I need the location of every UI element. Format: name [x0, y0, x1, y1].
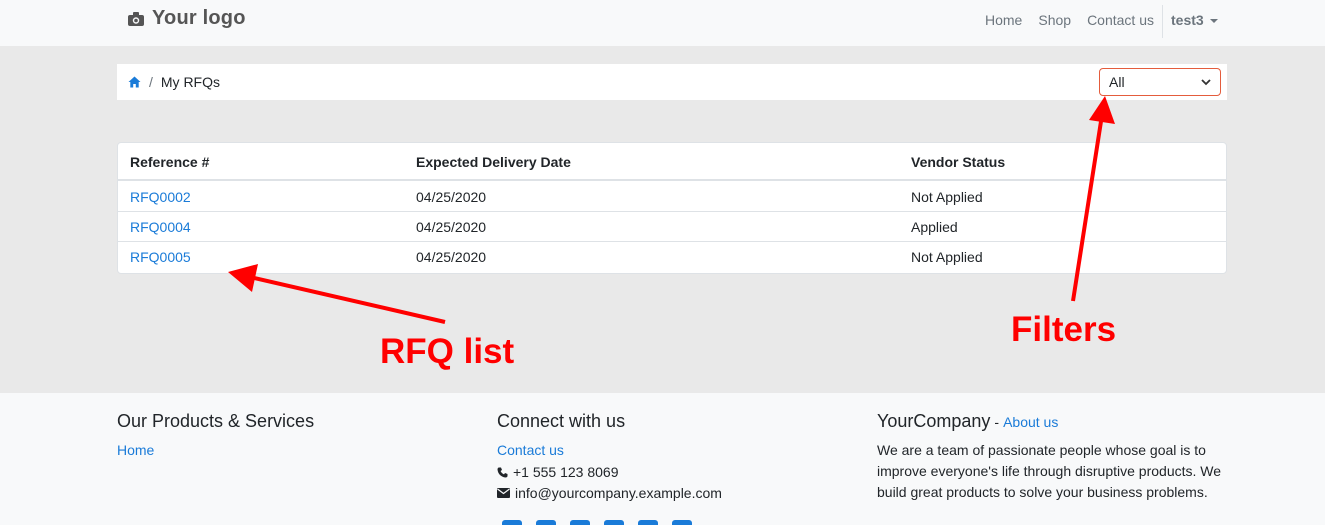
- footer-phone-number: +1 555 123 8069: [513, 464, 619, 480]
- footer-company-column: YourCompany - About us We are a team of …: [877, 411, 1227, 503]
- footer-company-heading: YourCompany - About us: [877, 411, 1227, 432]
- footer-company-description: We are a team of passionate people whose…: [877, 442, 1222, 500]
- footer-company-title: YourCompany: [877, 411, 991, 431]
- footer-company-dash: -: [994, 414, 1000, 430]
- footer-connect-column: Connect with us Contact us +1 555 123 80…: [497, 411, 722, 501]
- social-icons: [502, 520, 692, 525]
- footer-connect-title: Connect with us: [497, 411, 626, 431]
- footer-home-link[interactable]: Home: [117, 442, 314, 458]
- footer-email-address: info@yourcompany.example.com: [515, 485, 722, 501]
- facebook-icon[interactable]: [502, 520, 522, 525]
- footer: Our Products & Services Home Connect wit…: [0, 393, 1325, 525]
- footer-email: info@yourcompany.example.com: [497, 485, 722, 501]
- youtube-icon[interactable]: [604, 520, 624, 525]
- filters-arrow: [1071, 114, 1104, 302]
- footer-products-column: Our Products & Services Home: [117, 411, 314, 458]
- linkedin-icon[interactable]: [570, 520, 590, 525]
- github-icon[interactable]: [638, 520, 658, 525]
- rfq-list-arrow: [249, 275, 446, 324]
- footer-about-link[interactable]: About us: [1003, 414, 1058, 430]
- twitter-icon[interactable]: [536, 520, 556, 525]
- footer-products-title: Our Products & Services: [117, 411, 315, 431]
- instagram-icon[interactable]: [672, 520, 692, 525]
- envelope-icon: [497, 488, 510, 498]
- phone-icon: [497, 467, 508, 477]
- filters-annotation: Filters: [1011, 310, 1117, 349]
- rfq-list-arrowhead: [228, 264, 258, 292]
- rfq-list-annotation: RFQ list: [380, 332, 515, 371]
- footer-phone: +1 555 123 8069: [497, 464, 722, 480]
- footer-contact-link[interactable]: Contact us: [497, 442, 722, 458]
- filters-arrowhead: [1089, 96, 1115, 124]
